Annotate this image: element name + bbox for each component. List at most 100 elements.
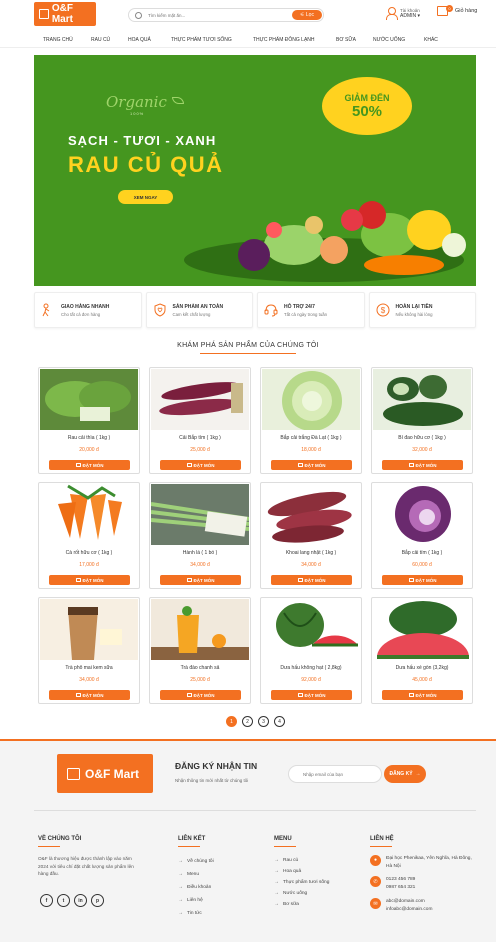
logo[interactable]: O&F Mart [34, 2, 96, 26]
phone-1[interactable]: 0123 456 789 [386, 876, 415, 884]
product-name[interactable]: Trà đào chanh sả [150, 665, 250, 671]
order-button[interactable]: ĐẶT MÓN [49, 460, 130, 470]
page-4[interactable]: 4 [274, 716, 285, 727]
product-card[interactable]: Bắp cải trắng Đà Lạt ( 1kg ) 18,000 đ ĐẶ… [260, 367, 362, 474]
order-button[interactable]: ĐẶT MÓN [382, 575, 463, 585]
order-button[interactable]: ĐẶT MÓN [160, 690, 241, 700]
nav-item-home[interactable]: TRANG CHỦ [43, 37, 73, 43]
shopping-bag-icon [67, 767, 80, 780]
linkedin-icon[interactable]: in [74, 894, 87, 907]
product-image[interactable] [373, 599, 471, 660]
product-name[interactable]: Bắp cải trắng Đà Lạt ( 1kg ) [261, 435, 361, 441]
nav-item-fruits[interactable]: HOA QUẢ [128, 37, 151, 43]
order-button[interactable]: ĐẶT MÓN [49, 575, 130, 585]
nav-item-drinks[interactable]: NƯỚC UỐNG [373, 37, 405, 43]
email-1[interactable]: abc@domain.com [386, 898, 432, 906]
product-name[interactable]: Dưa hấu xé gòn (3,2kg) [372, 665, 472, 671]
product-image[interactable] [40, 599, 138, 660]
footer-link[interactable]: Điều khoản [187, 881, 211, 894]
pinterest-icon[interactable]: p [91, 894, 104, 907]
product-image[interactable] [373, 369, 471, 430]
product-card[interactable]: Bắp cải tím ( 1kg ) 60,000 đ ĐẶT MÓN [371, 482, 473, 589]
product-name[interactable]: Khoai lang nhật ( 1kg ) [261, 550, 361, 556]
product-image[interactable] [151, 369, 249, 430]
product-price: 34,000 đ [301, 562, 321, 568]
product-name[interactable]: Bí đao hữu cơ ( 1kg ) [372, 435, 472, 441]
order-button[interactable]: ĐẶT MÓN [160, 460, 241, 470]
product-name[interactable]: Dưa hấu không hạt ( 2,8kg) [261, 665, 361, 671]
product-price: 45,000 đ [412, 677, 432, 683]
order-button[interactable]: ĐẶT MÓN [49, 690, 130, 700]
product-name[interactable]: Hành lá ( 1 bó ) [150, 550, 250, 556]
footer-menu-link[interactable]: Rau củ [283, 855, 298, 866]
footer-menu-link[interactable]: Hoa quả [283, 866, 301, 877]
product-name[interactable]: Rau cải thìa ( 1kg ) [39, 435, 139, 441]
product-image[interactable] [40, 369, 138, 430]
page-3[interactable]: 3 [258, 716, 269, 727]
filter-button[interactable]: ⚟ Lọc [292, 10, 322, 20]
nav-item-other[interactable]: KHÁC [424, 37, 438, 43]
product-image[interactable] [40, 484, 138, 545]
product-card[interactable]: Khoai lang nhật ( 1kg ) 34,000 đ ĐẶT MÓN [260, 482, 362, 589]
nav-item-fresh-food[interactable]: THỰC PHẨM TƯƠI SỐNG [171, 37, 232, 43]
shopping-bag-icon [39, 9, 49, 19]
nav-item-vegetables[interactable]: RAU CỦ [91, 37, 110, 43]
account-menu[interactable]: Tài khoản ADMIN ▾ [386, 7, 420, 20]
order-button[interactable]: ĐẶT MÓN [382, 690, 463, 700]
product-card[interactable]: Hành lá ( 1 bó ) 34,000 đ ĐẶT MÓN [149, 482, 251, 589]
footer-menu-link[interactable]: Nước uống [283, 888, 307, 899]
product-name[interactable]: Trà phô mai kem sữa [39, 665, 139, 671]
product-card[interactable]: Dưa hấu xé gòn (3,2kg) 45,000 đ ĐẶT MÓN [371, 597, 473, 704]
product-price: 60,000 đ [412, 562, 432, 568]
subscribe-label: ĐĂNG KÝ [389, 771, 413, 777]
product-name[interactable]: Bắp cải tím ( 1kg ) [372, 550, 472, 556]
promo-top: GIẢM ĐẾN [344, 92, 390, 103]
product-card[interactable]: Dưa hấu không hạt ( 2,8kg) 92,000 đ ĐẶT … [260, 597, 362, 704]
feature-sub: Nếu không hài lòng [395, 311, 433, 317]
product-price: 18,000 đ [301, 447, 321, 453]
footer-link[interactable]: Về chúng tôi [187, 855, 214, 868]
product-card[interactable]: Cải Bắp tím ( 1kg ) 25,000 đ ĐẶT MÓN [149, 367, 251, 474]
product-image[interactable] [151, 484, 249, 545]
order-button[interactable]: ĐẶT MÓN [271, 690, 352, 700]
order-button[interactable]: ĐẶT MÓN [382, 460, 463, 470]
product-card[interactable]: Cà rốt hữu cơ ( 1kg ) 17,000 đ ĐẶT MÓN [38, 482, 140, 589]
product-name[interactable]: Cà rốt hữu cơ ( 1kg ) [39, 550, 139, 556]
banner-cta-button[interactable]: XEM NGAY [118, 190, 173, 204]
product-image[interactable] [262, 369, 360, 430]
cart-button[interactable]: 0 Giỏ hàng [437, 5, 477, 16]
newsletter-email-input[interactable] [288, 765, 382, 783]
location-icon: ● [370, 855, 381, 866]
footer-link[interactable]: Tin tức [187, 907, 202, 920]
search-input[interactable] [148, 12, 288, 18]
footer-logo[interactable]: O&F Mart [57, 754, 153, 793]
nav-item-frozen-food[interactable]: THỰC PHẨM ĐÔNG LẠNH [253, 37, 315, 43]
phone-2[interactable]: 0987 654 321 [386, 884, 415, 892]
email-2[interactable]: infoabc@domain.com [386, 906, 432, 914]
footer-menu-link[interactable]: Bơ sữa [283, 899, 299, 910]
feature-title: GIAO HÀNG NHANH [61, 303, 110, 310]
footer-link[interactable]: Menu [187, 868, 199, 881]
product-card[interactable]: Trà đào chanh sả 25,000 đ ĐẶT MÓN [149, 597, 251, 704]
order-button[interactable]: ĐẶT MÓN [160, 575, 241, 585]
product-image[interactable] [262, 484, 360, 545]
product-card[interactable]: Rau cải thìa ( 1kg ) 20,000 đ ĐẶT MÓN [38, 367, 140, 474]
product-card[interactable]: Trà phô mai kem sữa 34,000 đ ĐẶT MÓN [38, 597, 140, 704]
page-1[interactable]: 1 [226, 716, 237, 727]
facebook-icon[interactable]: f [40, 894, 53, 907]
order-button[interactable]: ĐẶT MÓN [271, 460, 352, 470]
product-image[interactable] [373, 484, 471, 545]
page-2[interactable]: 2 [242, 716, 253, 727]
newsletter-subscribe-button[interactable]: ĐĂNG KÝ → [384, 765, 426, 783]
hero-banner[interactable]: Organic 100% SẠCH - TƯƠI - XANH RAU CỦ Q… [34, 55, 476, 286]
footer-menu-link[interactable]: Thực phẩm tươi sống [283, 879, 329, 886]
order-button[interactable]: ĐẶT MÓN [271, 575, 352, 585]
cart-icon: 0 [437, 5, 453, 16]
nav-item-dairy[interactable]: BƠ SỮA [336, 37, 356, 43]
product-card[interactable]: Bí đao hữu cơ ( 1kg ) 32,000 đ ĐẶT MÓN [371, 367, 473, 474]
footer-link[interactable]: Liên hệ [187, 894, 203, 907]
product-name[interactable]: Cải Bắp tím ( 1kg ) [150, 435, 250, 441]
twitter-icon[interactable]: t [57, 894, 70, 907]
product-image[interactable] [151, 599, 249, 660]
product-image[interactable] [262, 599, 360, 660]
